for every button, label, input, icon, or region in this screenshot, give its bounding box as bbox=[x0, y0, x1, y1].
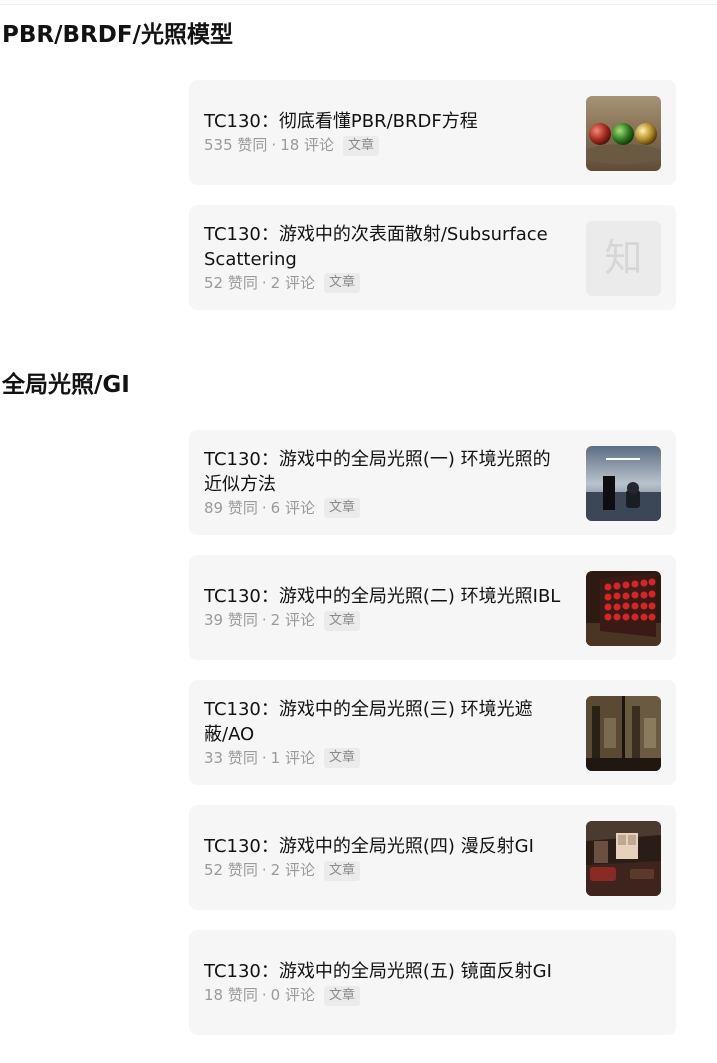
article-card-body: TC130：游戏中的全局光照(四) 漫反射GI 52 赞同 · 2 评论 文章 bbox=[204, 805, 564, 910]
meta-separator: · bbox=[271, 136, 277, 154]
meta-separator: · bbox=[261, 498, 267, 517]
article-title[interactable]: TC130：游戏中的全局光照(四) 漫反射GI bbox=[204, 834, 564, 859]
article-meta: 52 赞同 · 2 评论 文章 bbox=[204, 860, 564, 881]
article-type-badge: 文章 bbox=[323, 273, 360, 293]
article-title[interactable]: TC130：游戏中的全局光照(一) 环境光照的近似方法 bbox=[204, 447, 564, 497]
article-meta: 39 赞同 · 2 评论 文章 bbox=[204, 610, 564, 631]
like-count: 52 赞同 bbox=[204, 861, 258, 879]
article-card-body: TC130：游戏中的全局光照(三) 环境光遮蔽/AO 33 赞同 · 1 评论 … bbox=[204, 680, 564, 785]
article-type-badge: 文章 bbox=[323, 860, 360, 881]
like-count: 535 赞同 bbox=[204, 136, 268, 154]
comment-count[interactable]: 1 评论 bbox=[271, 748, 315, 769]
article-meta: 89 赞同 · 6 评论 文章 bbox=[204, 498, 564, 519]
like-count: 52 赞同 bbox=[204, 273, 258, 292]
article-card[interactable]: TC130：彻底看懂PBR/BRDF方程 535 赞同 · 18 评论 文章 bbox=[189, 80, 676, 185]
article-meta: 18 赞同 · 0 评论 文章 bbox=[204, 985, 564, 1006]
like-count: 33 赞同 bbox=[204, 748, 258, 767]
article-card-body: TC130：游戏中的全局光照(五) 镜面反射GI 18 赞同 · 0 评论 文章 bbox=[204, 930, 564, 1035]
like-count: 18 赞同 bbox=[204, 986, 258, 1004]
diffuse-room-thumbnail[interactable] bbox=[586, 821, 661, 896]
comment-count[interactable]: 2 评论 bbox=[271, 860, 315, 881]
article-card-body: TC130：彻底看懂PBR/BRDF方程 535 赞同 · 18 评论 文章 bbox=[204, 80, 564, 185]
comment-count[interactable]: 0 评论 bbox=[271, 985, 315, 1006]
red-spheres-grid-thumbnail[interactable] bbox=[586, 571, 661, 646]
zhihu-logo-placeholder[interactable]: 知 bbox=[586, 221, 661, 296]
article-meta: 33 赞同 · 1 评论 文章 bbox=[204, 748, 564, 769]
article-title[interactable]: TC130：彻底看懂PBR/BRDF方程 bbox=[204, 109, 564, 134]
article-card[interactable]: TC130：游戏中的全局光照(三) 环境光遮蔽/AO 33 赞同 · 1 评论 … bbox=[189, 680, 676, 785]
pbr-spheres-thumbnail[interactable] bbox=[586, 96, 661, 171]
meta-separator: · bbox=[261, 986, 267, 1004]
comment-count[interactable]: 18 评论 bbox=[280, 135, 334, 156]
ao-comparison-thumbnail[interactable] bbox=[586, 696, 661, 771]
meta-separator: · bbox=[261, 273, 267, 292]
article-card[interactable]: TC130：游戏中的全局光照(一) 环境光照的近似方法 89 赞同 · 6 评论… bbox=[189, 430, 676, 535]
ambient-scene-thumbnail[interactable] bbox=[586, 446, 661, 521]
article-card[interactable]: TC130：游戏中的全局光照(二) 环境光照IBL 39 赞同 · 2 评论 文… bbox=[189, 555, 676, 660]
article-title[interactable]: TC130：游戏中的全局光照(三) 环境光遮蔽/AO bbox=[204, 697, 564, 747]
article-meta: 535 赞同 · 18 评论 文章 bbox=[204, 135, 564, 156]
like-count: 39 赞同 bbox=[204, 611, 258, 629]
article-card-body: TC130：游戏中的全局光照(一) 环境光照的近似方法 89 赞同 · 6 评论… bbox=[204, 430, 564, 535]
meta-separator: · bbox=[261, 861, 267, 879]
article-meta: 52 赞同 · 2 评论 文章 bbox=[204, 273, 564, 294]
article-type-badge: 文章 bbox=[323, 610, 360, 631]
article-type-badge: 文章 bbox=[343, 135, 380, 156]
article-type-badge: 文章 bbox=[323, 748, 360, 768]
comment-count[interactable]: 2 评论 bbox=[271, 273, 315, 294]
meta-separator: · bbox=[261, 748, 267, 767]
article-title[interactable]: TC130：游戏中的全局光照(二) 环境光照IBL bbox=[204, 584, 564, 609]
comment-count[interactable]: 6 评论 bbox=[271, 498, 315, 519]
meta-separator: · bbox=[261, 611, 267, 629]
section-title-gi: 全局光照/GI bbox=[2, 372, 130, 398]
article-card-body: TC130：游戏中的次表面散射/Subsurface Scattering 52… bbox=[204, 205, 564, 310]
article-card[interactable]: TC130：游戏中的全局光照(四) 漫反射GI 52 赞同 · 2 评论 文章 bbox=[189, 805, 676, 910]
article-title[interactable]: TC130：游戏中的全局光照(五) 镜面反射GI bbox=[204, 959, 564, 984]
article-title[interactable]: TC130：游戏中的次表面散射/Subsurface Scattering bbox=[204, 222, 564, 272]
article-type-badge: 文章 bbox=[323, 498, 360, 518]
article-card-body: TC130：游戏中的全局光照(二) 环境光照IBL 39 赞同 · 2 评论 文… bbox=[204, 555, 564, 660]
zhihu-logo-icon: 知 bbox=[604, 236, 643, 280]
like-count: 89 赞同 bbox=[204, 498, 258, 517]
section-title-pbr: PBR/BRDF/光照模型 bbox=[2, 22, 233, 48]
comment-count[interactable]: 2 评论 bbox=[271, 610, 315, 631]
article-card[interactable]: TC130：游戏中的全局光照(五) 镜面反射GI 18 赞同 · 0 评论 文章 bbox=[189, 930, 676, 1035]
article-card[interactable]: TC130：游戏中的次表面散射/Subsurface Scattering 52… bbox=[189, 205, 676, 310]
article-type-badge: 文章 bbox=[323, 985, 360, 1006]
top-divider bbox=[0, 4, 717, 5]
